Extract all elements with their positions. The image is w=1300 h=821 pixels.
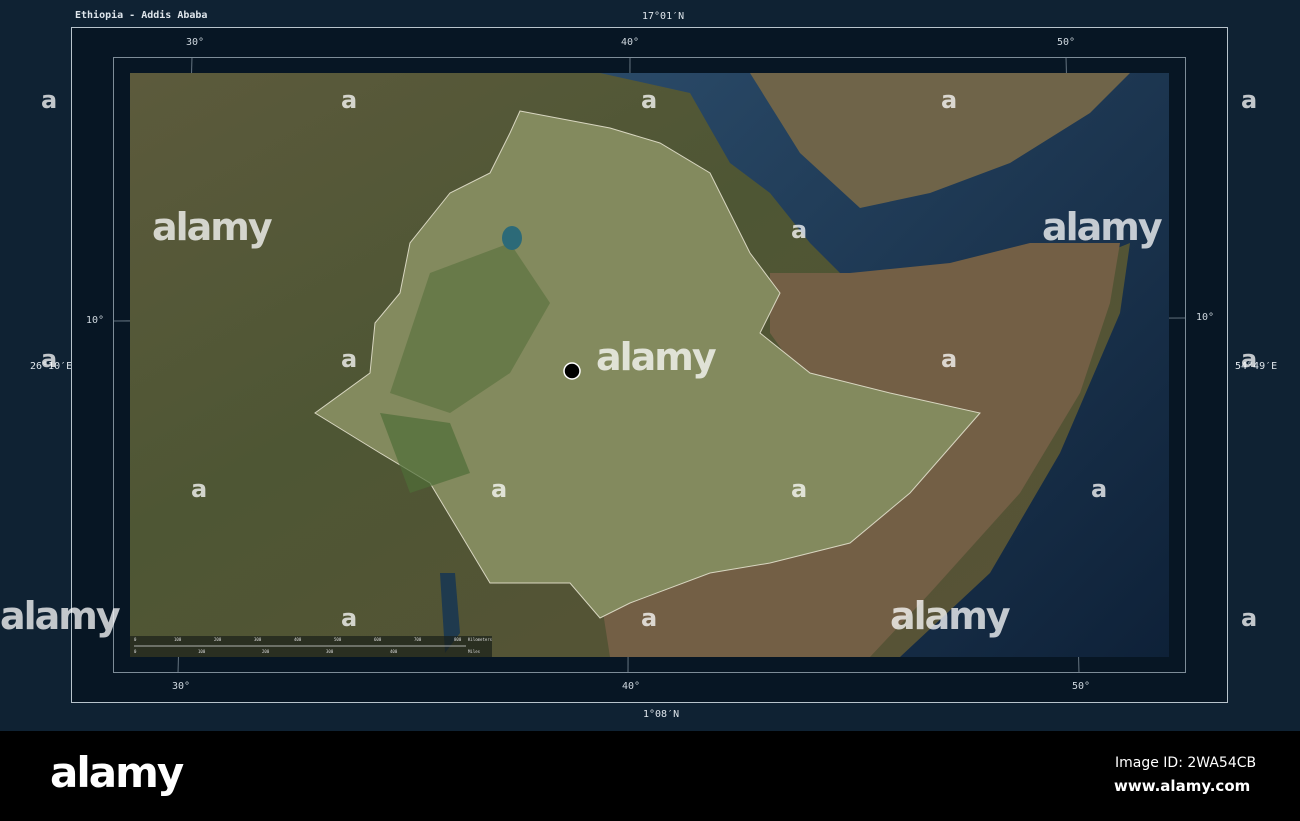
watermark-letter: a	[641, 604, 658, 632]
scale-bar-labels: 0 100 200 300 400 500 600 700 800 Kilome…	[130, 636, 492, 657]
watermark-letter: a	[941, 86, 958, 114]
alamy-logo: alamy	[50, 748, 184, 797]
km-tick: 0	[134, 637, 137, 642]
lake-tana	[502, 226, 522, 250]
site-url[interactable]: www.alamy.com	[1114, 777, 1250, 795]
watermark-letter: a	[791, 216, 808, 244]
km-tick: 400	[294, 637, 302, 642]
watermark-letter: a	[41, 345, 58, 373]
km-tick: 600	[374, 637, 382, 642]
watermark: alamy	[890, 594, 1011, 638]
stock-footer	[0, 731, 1300, 821]
watermark-letter: a	[641, 86, 658, 114]
watermark-letter: a	[1241, 86, 1258, 114]
mi-tick: 0	[134, 649, 137, 654]
km-tick: 800	[454, 637, 462, 642]
watermark: alamy	[0, 594, 121, 638]
km-tick: 500	[334, 637, 342, 642]
watermark: alamy	[1042, 205, 1163, 249]
watermark-letter: a	[341, 86, 358, 114]
km-tick: 700	[414, 637, 422, 642]
mi-label: Miles	[468, 649, 481, 654]
watermark-letter: a	[41, 86, 58, 114]
watermark-letter: a	[191, 475, 208, 503]
km-label: Kilometers	[468, 637, 493, 642]
watermark-letter: a	[1091, 475, 1108, 503]
watermark-letter: a	[1241, 604, 1258, 632]
capital-marker[interactable]	[563, 362, 581, 380]
km-tick: 300	[254, 637, 262, 642]
watermark: alamy	[596, 335, 717, 379]
mi-tick: 200	[262, 649, 270, 654]
image-id: Image ID: 2WA54CB	[1115, 755, 1257, 771]
watermark-letter: a	[1241, 345, 1258, 373]
watermark-letter: a	[341, 345, 358, 373]
watermark-letter: a	[491, 475, 508, 503]
km-tick: 200	[214, 637, 222, 642]
watermark-letter: a	[791, 475, 808, 503]
mi-tick: 300	[326, 649, 334, 654]
watermark-letter: a	[341, 604, 358, 632]
watermark-letter: a	[941, 345, 958, 373]
watermark: alamy	[152, 205, 273, 249]
mi-tick: 100	[198, 649, 206, 654]
mi-tick: 400	[390, 649, 398, 654]
km-tick: 100	[174, 637, 182, 642]
